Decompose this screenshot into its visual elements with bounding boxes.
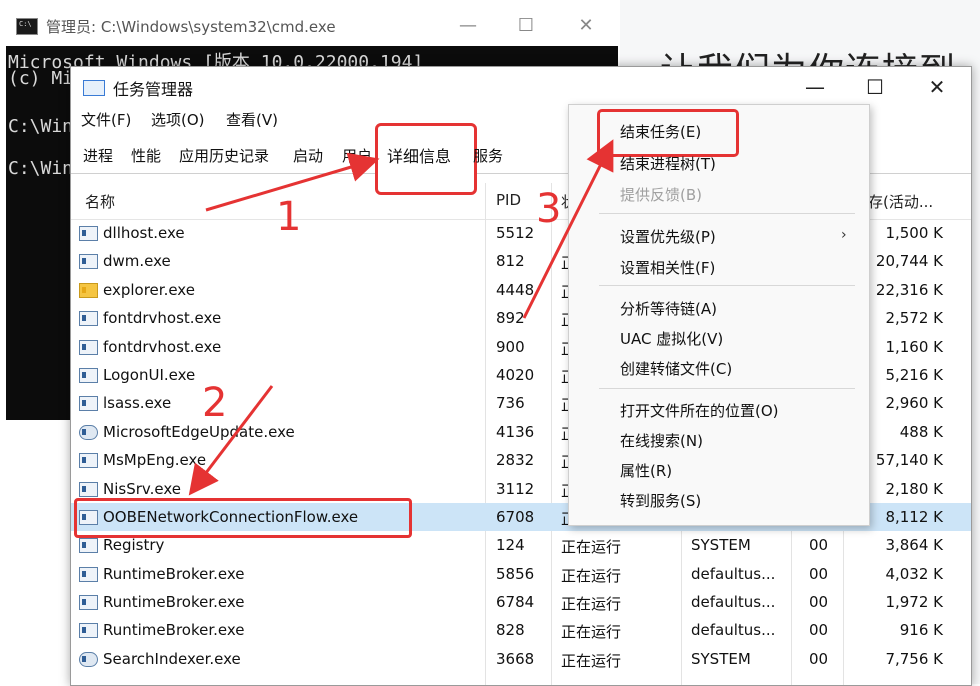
arrow-to-end-task <box>522 139 614 319</box>
annotation-step-1: 1 <box>276 194 302 240</box>
annotation-step-3: 3 <box>536 186 562 232</box>
annotation-step-2: 2 <box>202 380 228 426</box>
annotation-arrows <box>188 139 614 496</box>
